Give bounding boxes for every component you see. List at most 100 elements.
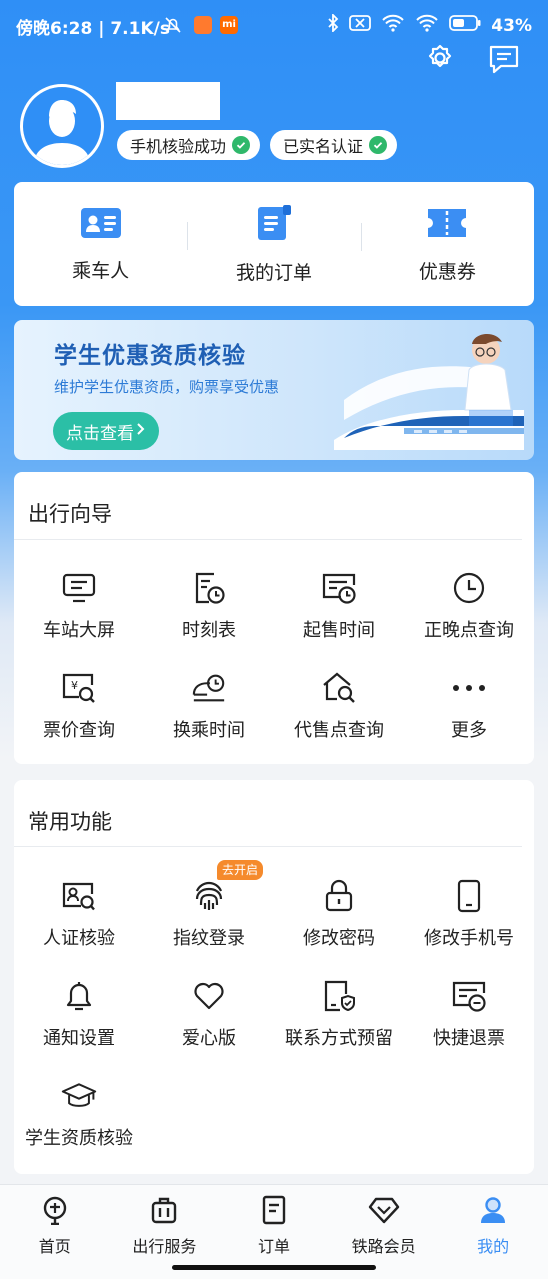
tab-label: 订单 bbox=[257, 1237, 290, 1256]
common-functions-card: 常用功能 人证核验 去开启 指纹登录 修改密码 修改手机号 通知设置 爱心版 联… bbox=[14, 780, 534, 1174]
function-item-label: 联系方式预留 bbox=[285, 1028, 393, 1049]
svg-text:¥: ¥ bbox=[71, 679, 78, 692]
quick-link-label: 优惠券 bbox=[418, 260, 476, 283]
coupon-icon bbox=[426, 205, 468, 245]
tab-label: 出行服务 bbox=[132, 1237, 197, 1256]
guide-item-label: 代售点查询 bbox=[294, 720, 384, 741]
app-notification-icon bbox=[194, 16, 212, 34]
guide-item-label: 换乘时间 bbox=[173, 720, 245, 741]
function-item-contact-reserve[interactable]: 联系方式预留 bbox=[274, 974, 404, 1074]
id-verify-icon bbox=[61, 878, 97, 914]
check-icon bbox=[369, 136, 388, 154]
function-item-id-verify[interactable]: 人证核验 bbox=[14, 874, 144, 974]
quick-link-label: 我的订单 bbox=[235, 261, 312, 284]
check-icon bbox=[232, 136, 251, 154]
contact-shield-icon bbox=[321, 978, 357, 1014]
bluetooth-icon bbox=[327, 12, 339, 37]
function-item-label: 指纹登录 bbox=[173, 928, 245, 949]
train-student-illustration bbox=[334, 333, 524, 450]
luggage-icon bbox=[149, 1195, 179, 1229]
function-item-notification-settings[interactable]: 通知设置 bbox=[14, 974, 144, 1074]
function-item-quick-refund[interactable]: 快捷退票 bbox=[404, 974, 534, 1074]
student-verification-banner[interactable]: 学生优惠资质核验 维护学生优惠资质，购票享受优惠 点击查看 bbox=[14, 320, 534, 460]
phone-icon bbox=[451, 878, 487, 914]
agency-search-icon bbox=[321, 670, 357, 706]
transfer-time-icon bbox=[191, 670, 227, 706]
tab-label: 我的 bbox=[477, 1237, 510, 1256]
function-item-label: 人证核验 bbox=[43, 928, 115, 949]
timetable-icon bbox=[191, 570, 227, 606]
guide-item-label: 车站大屏 bbox=[43, 620, 115, 641]
tab-label: 铁路会员 bbox=[351, 1237, 416, 1256]
badge-label: 手机核验成功 bbox=[130, 137, 227, 156]
order-list-icon bbox=[259, 1195, 289, 1229]
banner-subtitle: 维护学生优惠资质，购票享受优惠 bbox=[54, 378, 280, 396]
guide-item-label: 时刻表 bbox=[182, 620, 236, 641]
guide-item-agency-query[interactable]: 代售点查询 bbox=[274, 666, 404, 766]
battery-icon bbox=[449, 14, 481, 37]
sim-off-icon bbox=[349, 15, 372, 36]
bell-icon bbox=[61, 978, 97, 1014]
passenger-card-icon bbox=[80, 206, 122, 244]
fingerprint-icon bbox=[191, 878, 227, 914]
user-name-masked bbox=[116, 82, 220, 120]
guide-item-label: 正晚点查询 bbox=[424, 620, 514, 641]
avatar[interactable] bbox=[20, 84, 104, 168]
guide-item-station-screen[interactable]: 车站大屏 bbox=[14, 566, 144, 666]
tab-mine[interactable]: 我的 bbox=[438, 1185, 548, 1279]
function-item-change-password[interactable]: 修改密码 bbox=[274, 874, 404, 974]
header-actions bbox=[422, 42, 522, 76]
guide-item-timetable[interactable]: 时刻表 bbox=[144, 566, 274, 666]
banner-view-button[interactable]: 点击查看 bbox=[53, 412, 159, 450]
common-functions-grid: 人证核验 去开启 指纹登录 修改密码 修改手机号 通知设置 爱心版 联系方式预留… bbox=[14, 860, 534, 1174]
badge-label: 已实名认证 bbox=[283, 137, 364, 156]
banner-button-label: 点击查看 bbox=[66, 423, 134, 444]
divider bbox=[14, 539, 522, 540]
guide-item-transfer-time[interactable]: 换乘时间 bbox=[144, 666, 274, 766]
tab-home[interactable]: 首页 bbox=[0, 1185, 110, 1279]
battery-percent: 43% bbox=[491, 15, 532, 36]
function-item-label: 修改密码 bbox=[303, 928, 375, 949]
guide-item-delay-query[interactable]: 正晚点查询 bbox=[404, 566, 534, 666]
guide-item-fare-query[interactable]: ¥ 票价查询 bbox=[14, 666, 144, 766]
divider bbox=[14, 846, 522, 847]
function-item-label: 快捷退票 bbox=[433, 1028, 505, 1049]
heart-icon bbox=[191, 978, 227, 1014]
message-icon[interactable] bbox=[486, 42, 522, 76]
mi-notification-icon: mi bbox=[220, 16, 238, 34]
quick-link-label: 乘车人 bbox=[72, 259, 130, 282]
function-item-fingerprint[interactable]: 去开启 指纹登录 bbox=[144, 860, 274, 974]
realname-verified-badge: 已实名认证 bbox=[270, 130, 398, 160]
order-document-icon bbox=[255, 204, 293, 246]
monitor-icon bbox=[61, 570, 97, 606]
guide-item-more[interactable]: 更多 bbox=[404, 666, 534, 766]
function-item-label: 修改手机号 bbox=[424, 928, 514, 949]
function-item-student-verify[interactable]: 学生资质核验 bbox=[14, 1074, 144, 1174]
quick-link-orders[interactable]: 我的订单 bbox=[187, 204, 360, 285]
section-title: 出行向导 bbox=[28, 502, 112, 526]
diamond-icon bbox=[368, 1195, 400, 1229]
quick-link-passengers[interactable]: 乘车人 bbox=[14, 206, 187, 283]
tab-label: 首页 bbox=[38, 1237, 71, 1256]
guide-item-label: 起售时间 bbox=[303, 620, 375, 641]
chevron-right-icon bbox=[136, 421, 146, 441]
travel-guide-card: 出行向导 车站大屏 时刻表 起售时间 正晚点查询 ¥ 票价查询 换乘时间 代售点… bbox=[14, 472, 534, 764]
lock-icon bbox=[321, 878, 357, 914]
refund-ticket-icon bbox=[451, 978, 487, 1014]
wifi-icon bbox=[381, 14, 405, 37]
sale-time-icon bbox=[321, 570, 357, 606]
function-item-change-phone[interactable]: 修改手机号 bbox=[404, 874, 534, 974]
guide-item-sale-time[interactable]: 起售时间 bbox=[274, 566, 404, 666]
status-time: 傍晚6:28 | 7.1K/s bbox=[16, 19, 170, 39]
home-indicator bbox=[172, 1265, 376, 1270]
gear-icon[interactable] bbox=[422, 42, 458, 76]
user-icon bbox=[478, 1195, 508, 1229]
phone-verified-badge: 手机核验成功 bbox=[117, 130, 261, 160]
function-item-care-mode[interactable]: 爱心版 bbox=[144, 974, 274, 1074]
travel-guide-grid: 车站大屏 时刻表 起售时间 正晚点查询 ¥ 票价查询 换乘时间 代售点查询 更多 bbox=[14, 566, 534, 766]
verification-badges: 手机核验成功 已实名认证 bbox=[117, 130, 398, 160]
guide-item-label: 票价查询 bbox=[43, 720, 115, 741]
quick-link-coupons[interactable]: 优惠券 bbox=[360, 205, 534, 284]
clock-icon bbox=[451, 570, 487, 606]
quick-links-card: 乘车人 我的订单 优惠券 bbox=[14, 182, 534, 306]
